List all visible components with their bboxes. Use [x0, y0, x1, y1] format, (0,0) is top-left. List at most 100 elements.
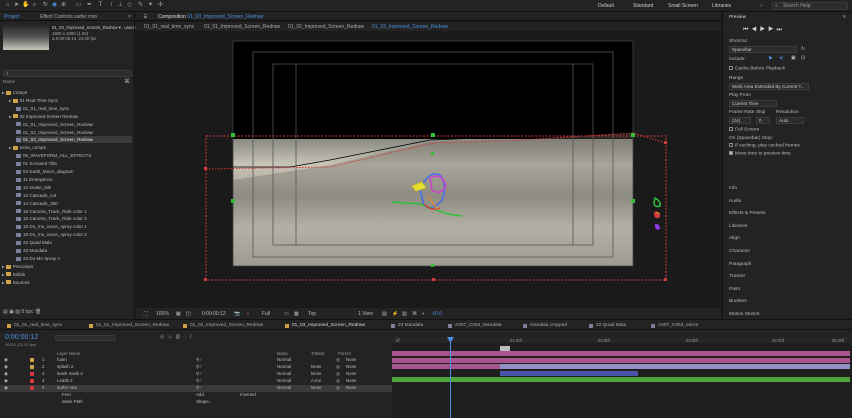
timeline-tab[interactable]: 01_03_Improved_Screen_Redraw	[292, 323, 365, 328]
full-screen-option[interactable]: Full Screen	[729, 127, 759, 132]
mask-property-extra[interactable]: Inverted	[240, 392, 256, 399]
panel-character[interactable]: Character	[729, 249, 750, 254]
parent-pickwhip-icon[interactable]: ◎	[336, 364, 340, 371]
layer-parent-dropdown[interactable]: None	[346, 357, 357, 364]
reset-exposure-icon[interactable]: ◐	[422, 311, 425, 317]
if-caching-checkbox[interactable]	[729, 143, 733, 147]
parent-pickwhip-icon[interactable]: ◎	[336, 378, 340, 385]
always-preview-icon[interactable]: ⛶	[144, 311, 148, 317]
layer-bar-foam[interactable]	[392, 351, 850, 356]
last-frame-icon[interactable]: ⏭	[776, 27, 784, 33]
mask-property-row[interactable]: Feet Add Inverted	[0, 392, 392, 399]
layer-mode-dropdown[interactable]: Normal	[277, 357, 291, 364]
layer-row[interactable]: ◉ 4 Leash 2 ⚲ ∕ Normal A.Inv ◎ None	[0, 378, 392, 385]
panel-paragraph[interactable]: Paragraph	[729, 262, 751, 267]
play-from-dropdown[interactable]: Current Time	[729, 100, 777, 107]
color-channel-icon[interactable]: ◑	[246, 311, 249, 317]
mask-property-value[interactable]: Shape...	[196, 399, 212, 406]
current-time-indicator[interactable]	[450, 337, 451, 418]
parent-pickwhip-icon[interactable]: ◎	[336, 357, 340, 364]
layer-name-header[interactable]: Layer Name	[57, 351, 80, 356]
layer-name[interactable]: Leash 2	[57, 378, 73, 385]
layer-parent-dropdown[interactable]: None	[346, 378, 357, 385]
panel-effects-presets[interactable]: Effects & Presets	[729, 211, 766, 216]
visibility-eye-icon[interactable]: ◉	[4, 371, 8, 378]
full-screen-checkbox[interactable]	[729, 127, 733, 131]
layer-mode-dropdown[interactable]: Normal	[277, 364, 291, 371]
zoom-dropdown[interactable]: 100%	[156, 311, 169, 317]
timeline-tab[interactable]: 01_01_real_time_sync	[14, 323, 62, 328]
timeline-tab[interactable]: mandala cropped	[530, 323, 567, 328]
layer-switches-icon[interactable]: ⚲ ∕	[196, 371, 201, 378]
layer-mode-dropdown[interactable]: Normal	[277, 378, 291, 385]
transparency-grid-icon[interactable]: ▩	[294, 311, 299, 317]
safe-zones-icon[interactable]: ▦	[176, 311, 181, 317]
prev-frame-icon[interactable]: ◀	[751, 27, 759, 33]
layer-name[interactable]: leash mask 2	[57, 371, 83, 378]
panel-audio[interactable]: Audio	[729, 199, 741, 204]
mask-visibility-icon[interactable]: ◰	[186, 311, 191, 317]
resolution-dropdown[interactable]: Auto	[776, 117, 804, 124]
panel-tracker[interactable]: Tracker	[729, 274, 745, 279]
visibility-eye-icon[interactable]: ◉	[4, 385, 8, 392]
mask-property-value[interactable]: Add	[196, 392, 204, 399]
view-layout-dropdown[interactable]: 1 View	[358, 311, 373, 317]
frame-rate-dropdown[interactable]: (24)	[729, 117, 751, 124]
layer-switches-icon[interactable]: ⚲ ∕	[196, 364, 201, 371]
work-area-marker[interactable]	[500, 346, 510, 351]
layer-trkmat-dropdown[interactable]: None	[311, 385, 322, 392]
toggle-pixel-aspect-icon[interactable]: ▤	[382, 311, 387, 317]
timeline-tab[interactable]: 23 Mandala	[398, 323, 423, 328]
layer-label-color[interactable]	[30, 386, 34, 390]
timeline-tab[interactable]: 01_01_Improved_Screen_Redraw	[96, 323, 169, 328]
snapshot-icon[interactable]: 📷	[234, 311, 240, 317]
include-video-icon[interactable]: ▶	[769, 56, 773, 61]
parent-pickwhip-icon[interactable]: ◎	[336, 385, 340, 392]
timeline-tab[interactable]: A007_C053_mirror	[658, 323, 699, 328]
fast-previews-icon[interactable]: ⚡	[392, 311, 398, 317]
layer-name[interactable]: foam	[57, 357, 67, 364]
range-dropdown[interactable]: Work Area Extended By Current T...	[729, 83, 809, 90]
layer-switches-icon[interactable]: ⚲ ∕	[196, 385, 201, 392]
skip-input[interactable]: 0	[756, 117, 770, 124]
include-layer-controls-icon[interactable]: ⊡	[801, 56, 805, 61]
layer-parent-dropdown[interactable]: None	[346, 371, 357, 378]
timeline-tab[interactable]: 22 Quad Mala	[596, 323, 626, 328]
layer-bar-leash-2[interactable]	[500, 370, 638, 376]
layer-label-color[interactable]	[30, 358, 34, 362]
panel-info[interactable]: Info	[729, 186, 737, 191]
layer-label-color[interactable]	[30, 379, 34, 383]
shortcut-dropdown[interactable]: Spacebar	[729, 46, 797, 53]
cache-checkbox[interactable]	[729, 66, 733, 70]
layer-switches-icon[interactable]: ⚲ ∕	[196, 378, 201, 385]
parent-pickwhip-icon[interactable]: ◎	[336, 371, 340, 378]
layer-parent-dropdown[interactable]: None	[346, 385, 357, 392]
exposure-value[interactable]: +0.0	[432, 311, 442, 317]
layer-parent-dropdown[interactable]: None	[346, 364, 357, 371]
layer-row[interactable]: ◉ 5 surfer roto ⚲ ∕ Normal None ◎ None	[0, 385, 392, 392]
move-time-checkbox[interactable]	[729, 151, 733, 155]
timeline-icon[interactable]: ▥	[402, 311, 407, 317]
layer-bar-splash-2[interactable]	[392, 357, 850, 363]
layer-label-color[interactable]	[30, 372, 34, 376]
layer-name[interactable]: splash 2	[57, 364, 73, 371]
timeline-tab[interactable]: 01_02_Improved_Screen_Redraw	[190, 323, 263, 328]
play-icon[interactable]: ▶	[760, 27, 768, 33]
resolution-dropdown[interactable]: Full	[262, 311, 270, 317]
layer-name[interactable]: surfer roto	[57, 385, 77, 392]
panel-paint[interactable]: Paint	[729, 287, 740, 292]
layer-trkmat-dropdown[interactable]: None	[311, 364, 322, 371]
layer-mode-dropdown[interactable]: Normal	[277, 371, 291, 378]
visibility-eye-icon[interactable]: ◉	[4, 364, 8, 371]
current-time-display[interactable]: 0:00:00:12	[202, 311, 226, 317]
layer-row[interactable]: ◉ 1 foam ⚲ ∕ Normal ◎ None	[0, 357, 392, 364]
offscreen-roto-shapes[interactable]	[653, 196, 661, 230]
mask-property-row[interactable]: Mask Path Shape...	[0, 399, 392, 406]
panel-brushes[interactable]: Brushes	[729, 299, 747, 304]
panel-libraries[interactable]: Libraries	[729, 224, 747, 229]
layer-mode-dropdown[interactable]: Normal	[277, 385, 291, 392]
graph-editor-icon[interactable]: ⌇	[189, 334, 194, 340]
cache-before-playback[interactable]: Cache Before Playback	[729, 66, 785, 71]
layer-trkmat-dropdown[interactable]: None	[311, 371, 322, 378]
layer-row[interactable]: ◉ 3 leash mask 2 ⚲ ∕ Normal None ◎ None	[0, 371, 392, 378]
